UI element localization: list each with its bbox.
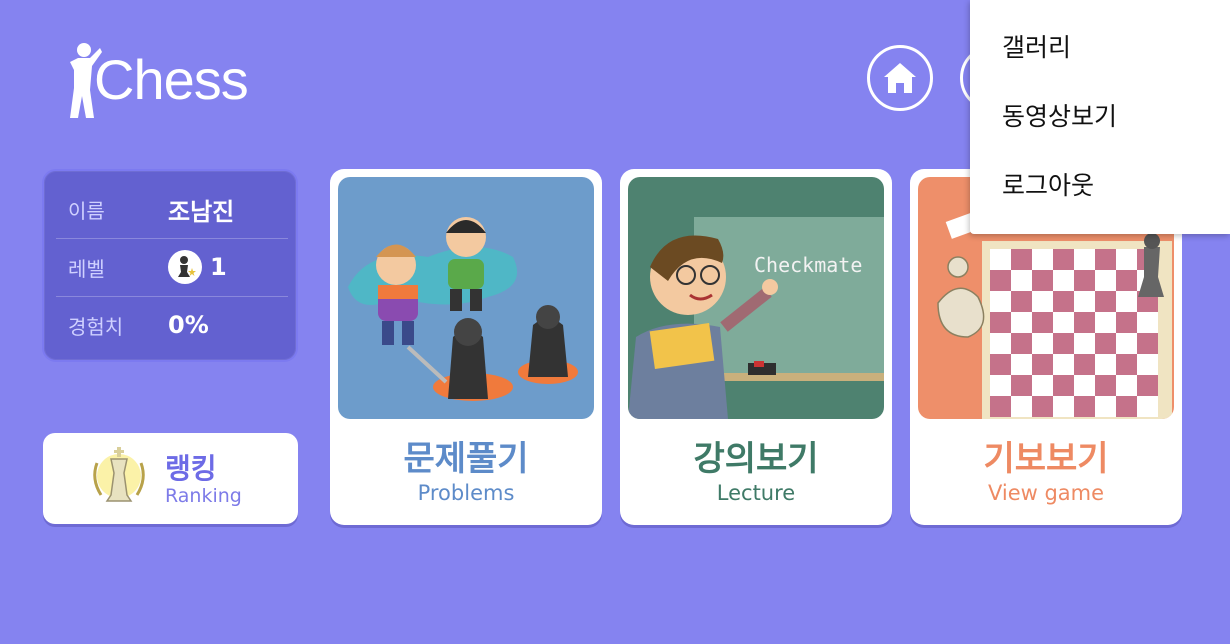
board-square	[1137, 333, 1158, 354]
board-square	[1095, 333, 1116, 354]
view-game-label-ko: 기보보기	[983, 439, 1109, 479]
board-square	[1053, 291, 1074, 312]
board-text: Checkmate	[754, 253, 862, 277]
board-square	[1137, 354, 1158, 375]
board-square	[1032, 291, 1053, 312]
board-square	[1116, 249, 1137, 270]
board-square	[990, 270, 1011, 291]
board-square	[1074, 291, 1095, 312]
home-button[interactable]	[867, 45, 933, 111]
ranking-button[interactable]: 랭킹 Ranking	[43, 433, 298, 524]
board-square	[1053, 396, 1074, 417]
board-square	[1116, 312, 1137, 333]
board-square	[1116, 291, 1137, 312]
lecture-label-en: Lecture	[716, 481, 796, 505]
board-square	[1116, 333, 1137, 354]
profile-exp-row: 경험치 0%	[56, 297, 288, 353]
name-value: 조남진	[168, 197, 235, 226]
board-square	[1116, 375, 1137, 396]
board-square	[1011, 249, 1032, 270]
board-square	[990, 396, 1011, 417]
board-square	[1032, 396, 1053, 417]
profile-name-row: 이름 조남진	[56, 181, 288, 237]
board-square	[1095, 249, 1116, 270]
board-square	[990, 333, 1011, 354]
dropdown-menu: 갤러리 동영상보기 로그아웃	[970, 0, 1230, 234]
view-game-label-en: View game	[987, 481, 1105, 505]
board-square	[1116, 396, 1137, 417]
board-square	[990, 249, 1011, 270]
board-square	[1095, 270, 1116, 291]
board-square	[990, 375, 1011, 396]
board-square	[1074, 354, 1095, 375]
board-square	[1053, 375, 1074, 396]
menu-item-gallery[interactable]: 갤러리	[1002, 22, 1212, 70]
board-square	[1095, 312, 1116, 333]
ranking-label-ko: 랭킹	[165, 452, 217, 485]
board-square	[1116, 354, 1137, 375]
board-square	[1095, 291, 1116, 312]
board-square	[1011, 333, 1032, 354]
board-square	[1074, 396, 1095, 417]
board-square	[1011, 396, 1032, 417]
problems-illustration	[338, 177, 594, 419]
board-square	[1116, 270, 1137, 291]
board-square	[1074, 333, 1095, 354]
board-square	[1032, 333, 1053, 354]
lecture-illustration: Checkmate	[628, 177, 884, 419]
profile-level-row: 레벨 1	[56, 239, 288, 295]
board-square	[1032, 375, 1053, 396]
checkerboard	[990, 249, 1158, 417]
board-square	[1053, 354, 1074, 375]
board-square	[1032, 249, 1053, 270]
board-square	[990, 354, 1011, 375]
exp-value: 0%	[168, 311, 209, 339]
level-value-wrap: 1	[168, 250, 227, 284]
board-square	[1095, 375, 1116, 396]
board-square	[1053, 333, 1074, 354]
board-square	[1032, 312, 1053, 333]
name-label: 이름	[68, 198, 105, 223]
exp-label: 경험치	[68, 314, 124, 339]
board-square	[1011, 270, 1032, 291]
board-square	[1095, 354, 1116, 375]
level-value: 1	[210, 253, 227, 281]
board-square	[1095, 396, 1116, 417]
king-laurel-icon	[93, 447, 145, 502]
profile-panel: 이름 조남진 레벨 1 경험치 0%	[42, 169, 298, 362]
board-square	[1074, 249, 1095, 270]
ranking-label-en: Ranking	[165, 485, 242, 507]
board-square	[1011, 375, 1032, 396]
board-square	[1074, 312, 1095, 333]
level-label: 레벨	[68, 256, 105, 281]
board-square	[1032, 270, 1053, 291]
lecture-label-ko: 강의보기	[693, 439, 819, 479]
board-square	[1137, 396, 1158, 417]
problems-card[interactable]: 문제풀기 Problems	[330, 169, 602, 525]
board-square	[1011, 291, 1032, 312]
board-square	[1032, 354, 1053, 375]
problems-label-ko: 문제풀기	[403, 439, 529, 479]
board-square	[1011, 312, 1032, 333]
pawn-level-icon	[168, 250, 202, 284]
board-square	[1053, 270, 1074, 291]
board-square	[1137, 312, 1158, 333]
board-square	[1074, 375, 1095, 396]
board-square	[1137, 375, 1158, 396]
board-square	[1074, 270, 1095, 291]
home-icon	[884, 63, 916, 93]
logo-text: Chess	[94, 48, 249, 111]
board-square	[1011, 354, 1032, 375]
board-square	[990, 312, 1011, 333]
board-square	[1053, 249, 1074, 270]
menu-item-logout[interactable]: 로그아웃	[1002, 160, 1212, 208]
problems-label-en: Problems	[417, 481, 515, 505]
board-square	[1053, 312, 1074, 333]
menu-item-videos[interactable]: 동영상보기	[1002, 91, 1212, 139]
board-square	[990, 291, 1011, 312]
lecture-card[interactable]: Checkmate 강의보기 Lecture	[620, 169, 892, 525]
app-logo: Chess	[64, 40, 294, 120]
